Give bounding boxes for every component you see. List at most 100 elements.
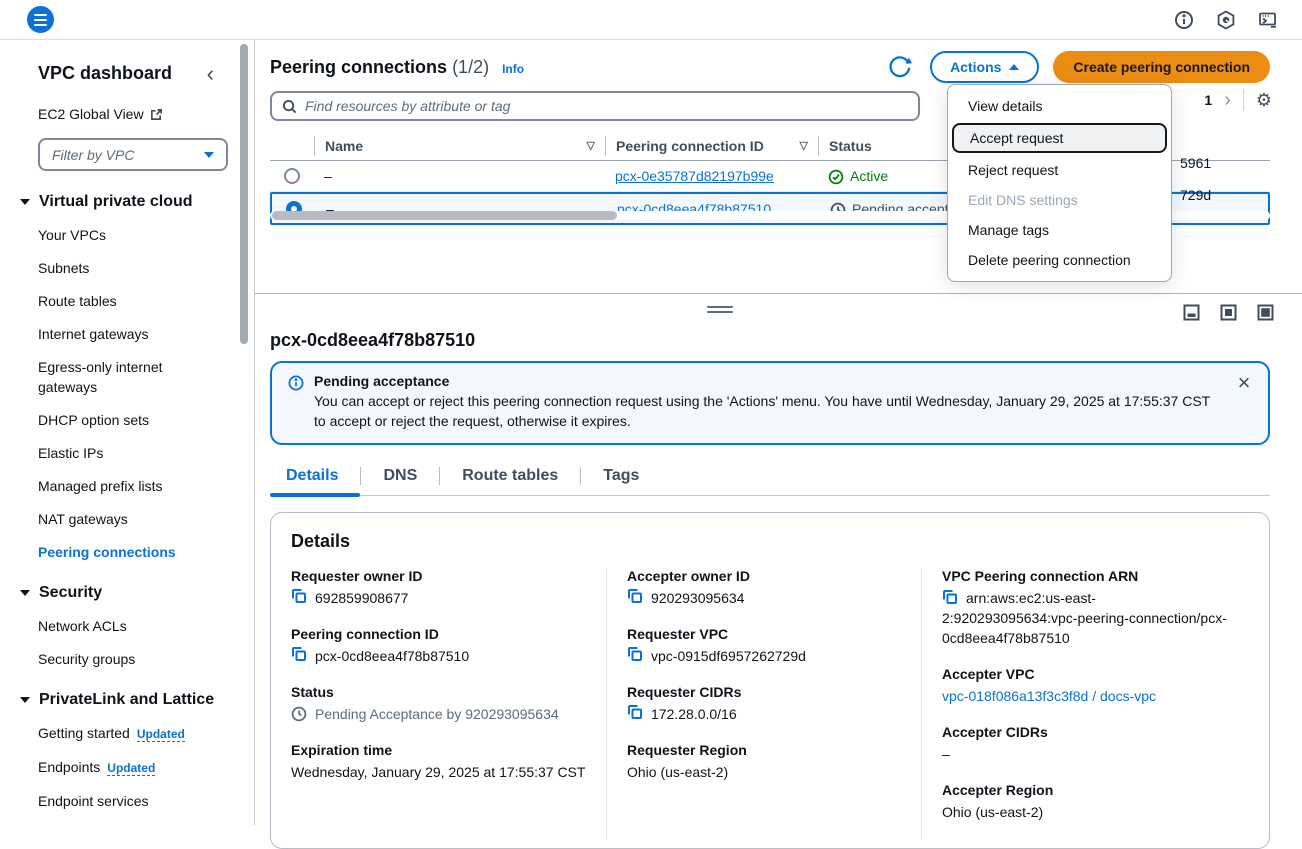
detail-title: pcx-0cd8eea4f78b87510: [270, 330, 1270, 351]
menu-item-reject-request[interactable]: Reject request: [948, 155, 1171, 185]
copy-icon[interactable]: [627, 588, 643, 604]
accepter-vpc-link[interactable]: vpc-018f086a13f3c3f8d / docs-vpc: [942, 686, 1156, 706]
status-pending-icon: [291, 706, 307, 722]
page-title: Peering connections (1/2) Info: [270, 57, 524, 78]
external-link-icon: [150, 108, 163, 121]
copy-icon[interactable]: [942, 589, 958, 605]
info-link[interactable]: Info: [502, 62, 524, 76]
banner-message: You can accept or reject this peering co…: [314, 391, 1224, 431]
sidebar-item-route-tables[interactable]: Route tables: [38, 291, 220, 311]
page-number[interactable]: 1: [1204, 92, 1212, 108]
cell-name: –: [314, 168, 605, 184]
vpc-sidebar: VPC dashboard ‹ EC2 Global View Filter b…: [0, 41, 238, 825]
scrollbar-thumb[interactable]: [240, 44, 248, 344]
create-peering-connection-button[interactable]: Create peering connection: [1053, 51, 1270, 83]
sidebar-item-network-acls[interactable]: Network ACLs: [38, 616, 220, 636]
field-requester-region: Requester Region Ohio (us-east-2): [627, 742, 901, 782]
menu-item-view-details[interactable]: View details: [948, 91, 1171, 121]
field-requester-cidrs: Requester CIDRs 172.28.0.0/16: [627, 684, 901, 724]
status-text: Active: [850, 168, 888, 184]
ec2-global-view-label: EC2 Global View: [38, 106, 144, 122]
pending-acceptance-banner: Pending acceptance You can accept or rej…: [270, 361, 1270, 445]
section-privatelink-and-lattice[interactable]: PrivateLink and Lattice: [20, 691, 238, 709]
section-virtual-private-cloud[interactable]: Virtual private cloud: [20, 193, 238, 211]
field-requester-vpc: Requester VPC vpc-0915df6957262729d: [627, 626, 901, 666]
next-page-icon[interactable]: ›: [1224, 91, 1231, 109]
field-accepter-vpc: Accepter VPC vpc-018f086a13f3c3f8d / doc…: [942, 666, 1229, 706]
tab-details[interactable]: Details: [270, 461, 360, 495]
tab-tags[interactable]: Tags: [581, 461, 661, 495]
close-icon[interactable]: ×: [1234, 373, 1254, 431]
row-radio-unselected[interactable]: [284, 168, 300, 184]
refresh-button[interactable]: [884, 51, 916, 83]
section-expanded-icon: [20, 199, 30, 205]
sidebar-item-peering-connections[interactable]: Peering connections: [38, 542, 220, 562]
sidebar-item-getting-started[interactable]: Getting startedUpdated: [38, 723, 220, 744]
sort-icon[interactable]: ▽: [800, 139, 808, 152]
peering-connection-id-link[interactable]: pcx-0e35787d82197b99e: [615, 168, 774, 184]
amazon-q-icon[interactable]: [1216, 10, 1236, 30]
ec2-global-view-link[interactable]: EC2 Global View: [38, 106, 238, 122]
info-icon: [288, 375, 304, 391]
sidebar-item-endpoints[interactable]: EndpointsUpdated: [38, 757, 220, 778]
sidebar-collapse-icon[interactable]: ‹: [207, 66, 214, 82]
detail-tabs: Details DNS Route tables Tags: [270, 461, 1270, 496]
menu-item-accept-request[interactable]: Accept request: [952, 123, 1167, 153]
field-expiration-time: Expiration time Wednesday, January 29, 2…: [291, 742, 586, 782]
truncated-cell-value: 729d: [1180, 187, 1270, 203]
column-header-peering-connection-id[interactable]: Peering connection ID▽: [606, 138, 818, 154]
cloudshell-icon[interactable]: [1258, 10, 1278, 30]
sidebar-item-security-groups[interactable]: Security groups: [38, 649, 220, 669]
menu-item-delete-peering-connection[interactable]: Delete peering connection: [948, 245, 1171, 275]
search-icon: [282, 99, 297, 114]
sidebar-item-egress-only-internet-gateways[interactable]: Egress-only internet gateways: [38, 357, 220, 397]
truncated-cell-value: 5961: [1180, 155, 1270, 171]
scrollbar-thumb[interactable]: [272, 211, 617, 220]
sidebar-item-managed-prefix-lists[interactable]: Managed prefix lists: [38, 476, 220, 496]
table-settings-gear-icon[interactable]: ⚙: [1256, 90, 1272, 111]
chevron-down-icon: [204, 152, 214, 158]
sidebar-item-dhcp-option-sets[interactable]: DHCP option sets: [38, 410, 220, 430]
sidebar-item-internet-gateways[interactable]: Internet gateways: [38, 324, 220, 344]
menu-item-manage-tags[interactable]: Manage tags: [948, 215, 1171, 245]
card-heading: Details: [291, 531, 1249, 552]
actions-dropdown-menu: View details Accept request Reject reque…: [947, 84, 1172, 282]
copy-icon[interactable]: [627, 704, 643, 720]
sidebar-item-nat-gateways[interactable]: NAT gateways: [38, 509, 220, 529]
sidebar-scrollbar[interactable]: [240, 42, 249, 812]
sidebar-item-elastic-ips[interactable]: Elastic IPs: [38, 443, 220, 463]
chevron-up-icon: [1009, 64, 1019, 70]
field-peering-connection-id: Peering connection ID pcx-0cd8eea4f78b87…: [291, 626, 586, 666]
menu-hamburger-icon[interactable]: [27, 6, 54, 33]
sidebar-item-your-vpcs[interactable]: Your VPCs: [38, 225, 220, 245]
search-input[interactable]: [305, 98, 908, 114]
tab-route-tables[interactable]: Route tables: [440, 461, 580, 495]
actions-button[interactable]: Actions: [930, 51, 1039, 83]
panel-position-half-icon[interactable]: [1220, 304, 1237, 321]
section-expanded-icon: [20, 590, 30, 596]
field-accepter-owner-id: Accepter owner ID 920293095634: [627, 568, 901, 608]
updated-badge: Updated: [107, 761, 155, 776]
field-accepter-region: Accepter Region Ohio (us-east-2): [942, 782, 1229, 822]
panel-position-bottom-icon[interactable]: [1183, 304, 1200, 321]
panel-position-full-icon[interactable]: [1257, 304, 1274, 321]
copy-icon[interactable]: [627, 646, 643, 662]
filter-by-vpc-select[interactable]: Filter by VPC: [38, 138, 228, 171]
copy-icon[interactable]: [291, 646, 307, 662]
tab-dns[interactable]: DNS: [361, 461, 439, 495]
filter-by-vpc-placeholder: Filter by VPC: [52, 147, 134, 163]
peering-connection-detail-panel: pcx-0cd8eea4f78b87510 Pending acceptance…: [255, 293, 1302, 825]
split-panel-drag-handle[interactable]: [707, 306, 733, 316]
selected-count: (1/2): [452, 57, 489, 77]
sidebar-item-endpoint-services[interactable]: Endpoint services: [38, 791, 220, 811]
column-header-name[interactable]: Name▽: [315, 138, 605, 154]
pagination: 1 › ⚙: [1204, 89, 1272, 111]
section-security[interactable]: Security: [20, 584, 238, 602]
sidebar-title: VPC dashboard: [38, 63, 172, 84]
info-icon[interactable]: [1174, 10, 1194, 30]
sort-icon[interactable]: ▽: [587, 139, 595, 152]
copy-icon[interactable]: [291, 588, 307, 604]
banner-title: Pending acceptance: [314, 373, 1224, 389]
sidebar-item-subnets[interactable]: Subnets: [38, 258, 220, 278]
field-status: Status Pending Acceptance by 92029309563…: [291, 684, 586, 724]
